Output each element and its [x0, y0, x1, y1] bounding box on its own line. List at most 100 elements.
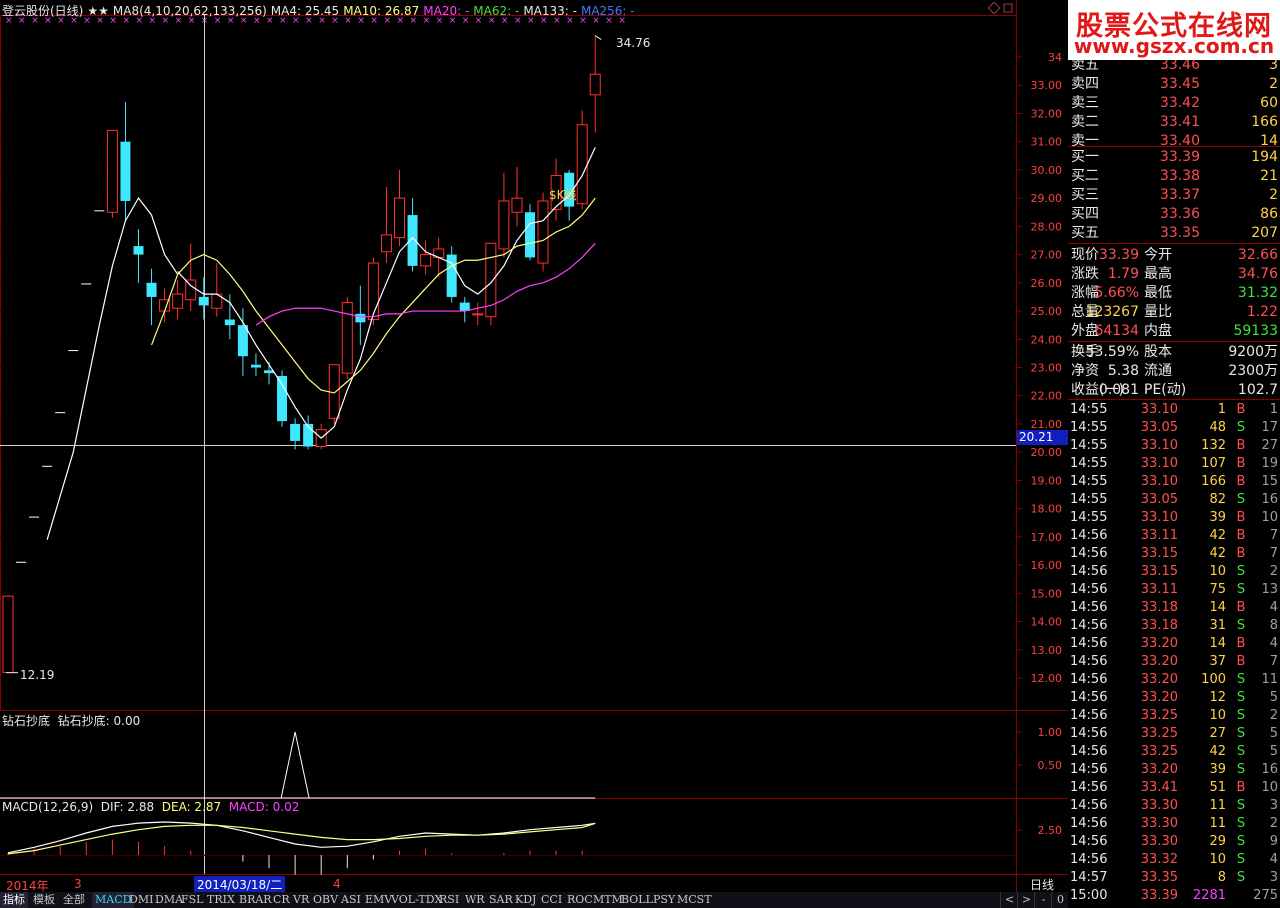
tick-row[interactable]: 14:56 33.32 10 S 4: [1068, 851, 1280, 869]
quote-row: 现价 33.39 今开 32.66: [1068, 246, 1280, 265]
tick-count: 4: [1269, 636, 1278, 651]
tab-指标[interactable]: 指标: [0, 892, 28, 908]
tick-time: 14:56: [1070, 798, 1108, 813]
tab-fsl[interactable]: FSL: [178, 892, 206, 908]
ind1-tick-label: 0.50: [1038, 759, 1063, 772]
tick-row[interactable]: 14:56 33.18 31 S 8: [1068, 617, 1280, 635]
tick-price: 33.30: [1140, 798, 1178, 813]
tick-price: 33.20: [1140, 636, 1178, 651]
tick-row[interactable]: 14:55 33.05 82 S 16: [1068, 491, 1280, 509]
bid-row[interactable]: 买五 33.35 207: [1068, 224, 1280, 243]
tick-row[interactable]: 14:56 33.18 14 B 4: [1068, 599, 1280, 617]
quote-value-2: 34.76: [1237, 266, 1278, 282]
kline-chart[interactable]: 3433.0032.0031.0030.0029.0028.0027.0026.…: [0, 0, 1068, 892]
tick-row[interactable]: 14:56 33.20 100 S 11: [1068, 671, 1280, 689]
ask-row[interactable]: 卖四 33.45 2: [1068, 75, 1280, 94]
indicator1-title: 钻石抄底 钻石抄底: 0.00: [2, 714, 141, 728]
tick-volume: 10: [1209, 564, 1226, 579]
tab-wr[interactable]: WR: [462, 892, 488, 908]
bid-row[interactable]: 买四 33.36 86: [1068, 205, 1280, 224]
tick-side: S: [1236, 564, 1246, 579]
tick-price: 33.10: [1140, 456, 1178, 471]
tab-cci[interactable]: CCI: [538, 892, 565, 908]
price-tick-label: 14.00: [1031, 616, 1063, 629]
ask-label: 卖四: [1071, 76, 1099, 92]
tick-time: 14:56: [1070, 636, 1108, 651]
tick-row[interactable]: 14:56 33.30 11 S 2: [1068, 815, 1280, 833]
tick-row[interactable]: 14:56 33.15 42 B 7: [1068, 545, 1280, 563]
tick-row[interactable]: 15:00 33.39 2281 275: [1068, 887, 1280, 905]
quote-key-2: 股本: [1144, 344, 1172, 360]
candle-body-up: [2, 595, 14, 674]
ask-row[interactable]: 卖二 33.41 166: [1068, 113, 1280, 132]
tick-volume: 132: [1201, 438, 1226, 453]
tick-row[interactable]: 14:55 33.10 39 B 10: [1068, 509, 1280, 527]
tick-count: 16: [1261, 492, 1278, 507]
tab-vr[interactable]: VR: [290, 892, 312, 908]
tick-row[interactable]: 14:56 33.20 39 S 16: [1068, 761, 1280, 779]
ask-row[interactable]: 卖三 33.42 60: [1068, 94, 1280, 113]
tick-row[interactable]: 14:56 33.30 29 S 9: [1068, 833, 1280, 851]
tick-time: 14:56: [1070, 780, 1108, 795]
tick-side: S: [1236, 726, 1246, 741]
tab-kdj[interactable]: KDJ: [512, 892, 539, 908]
tick-row[interactable]: 14:56 33.25 27 S 5: [1068, 725, 1280, 743]
nav-button-3[interactable]: 0: [1051, 892, 1069, 908]
quote-row: 收益(一) 0.081 PE(动) 102.7: [1068, 381, 1280, 400]
tick-price: 33.41: [1140, 780, 1178, 795]
tick-side: S: [1236, 816, 1246, 831]
tab-全部[interactable]: 全部: [60, 892, 88, 908]
tick-row[interactable]: 14:56 33.30 11 S 3: [1068, 797, 1280, 815]
tick-row[interactable]: 14:55 33.10 132 B 27: [1068, 437, 1280, 455]
bid-row[interactable]: 买二 33.38 21: [1068, 167, 1280, 186]
tab-rsi[interactable]: RSI: [436, 892, 462, 908]
nav-button-2[interactable]: -: [1034, 892, 1052, 908]
price-tick-label: 22.00: [1031, 390, 1063, 403]
candle-body-down: [290, 423, 301, 441]
quote-value: 64134: [1094, 323, 1139, 339]
tick-row[interactable]: 14:56 33.25 10 S 2: [1068, 707, 1280, 725]
tick-row[interactable]: 14:56 33.11 75 S 13: [1068, 581, 1280, 599]
tick-row[interactable]: 14:56 33.20 37 B 7: [1068, 653, 1280, 671]
tick-time: 14:55: [1070, 492, 1108, 507]
tick-row[interactable]: 14:55 33.05 48 S 17: [1068, 419, 1280, 437]
bid-row[interactable]: 买一 33.39 194: [1068, 148, 1280, 167]
tick-count: 11: [1261, 672, 1278, 687]
candle-body-up: [511, 197, 523, 213]
quote-key-2: PE(动): [1144, 382, 1187, 398]
low-price-label: 12.19: [20, 668, 55, 682]
tick-side: B: [1236, 402, 1246, 417]
tick-volume: 51: [1209, 780, 1226, 795]
price-tick-label: 29.00: [1031, 192, 1063, 205]
tab-模板[interactable]: 模板: [30, 892, 58, 908]
tick-row[interactable]: 14:56 33.41 51 B 10: [1068, 779, 1280, 797]
nav-button-1[interactable]: >: [1017, 892, 1035, 908]
tab-trix[interactable]: TRIX: [204, 892, 238, 908]
tick-row[interactable]: 14:55 33.10 166 B 15: [1068, 473, 1280, 491]
tick-row[interactable]: 14:56 33.11 42 B 7: [1068, 527, 1280, 545]
tick-row[interactable]: 14:56 33.25 42 S 5: [1068, 743, 1280, 761]
stock-name[interactable]: 登云股份(日线): [2, 4, 83, 18]
tick-row[interactable]: 14:55 33.10 107 B 19: [1068, 455, 1280, 473]
tick-price: 33.30: [1140, 834, 1178, 849]
tab-brar[interactable]: BRAR: [236, 892, 275, 908]
price-tick-label: 25.00: [1031, 305, 1063, 318]
tick-count: 7: [1269, 546, 1278, 561]
candle-body-up: [328, 364, 340, 419]
period-label[interactable]: 日线: [1030, 876, 1054, 893]
quote-value: 33.39: [1098, 247, 1139, 263]
candle-body-down: [120, 141, 131, 201]
tick-row[interactable]: 14:56 33.15 10 S 2: [1068, 563, 1280, 581]
tab-obv[interactable]: OBV: [310, 892, 341, 908]
tick-side: B: [1236, 510, 1246, 525]
tick-row[interactable]: 14:56 33.20 14 B 4: [1068, 635, 1280, 653]
tick-volume: 11: [1209, 798, 1226, 813]
tick-price: 33.05: [1140, 420, 1178, 435]
tick-row[interactable]: 14:55 33.10 1 B 1: [1068, 401, 1280, 419]
tick-row[interactable]: 14:56 33.20 12 S 5: [1068, 689, 1280, 707]
tick-row[interactable]: 14:57 33.35 8 S 3: [1068, 869, 1280, 887]
tab-mcst[interactable]: MCST: [674, 892, 715, 908]
bid-row[interactable]: 买三 33.37 2: [1068, 186, 1280, 205]
tab-asi[interactable]: ASI: [338, 892, 364, 908]
nav-button-0[interactable]: <: [1000, 892, 1018, 908]
